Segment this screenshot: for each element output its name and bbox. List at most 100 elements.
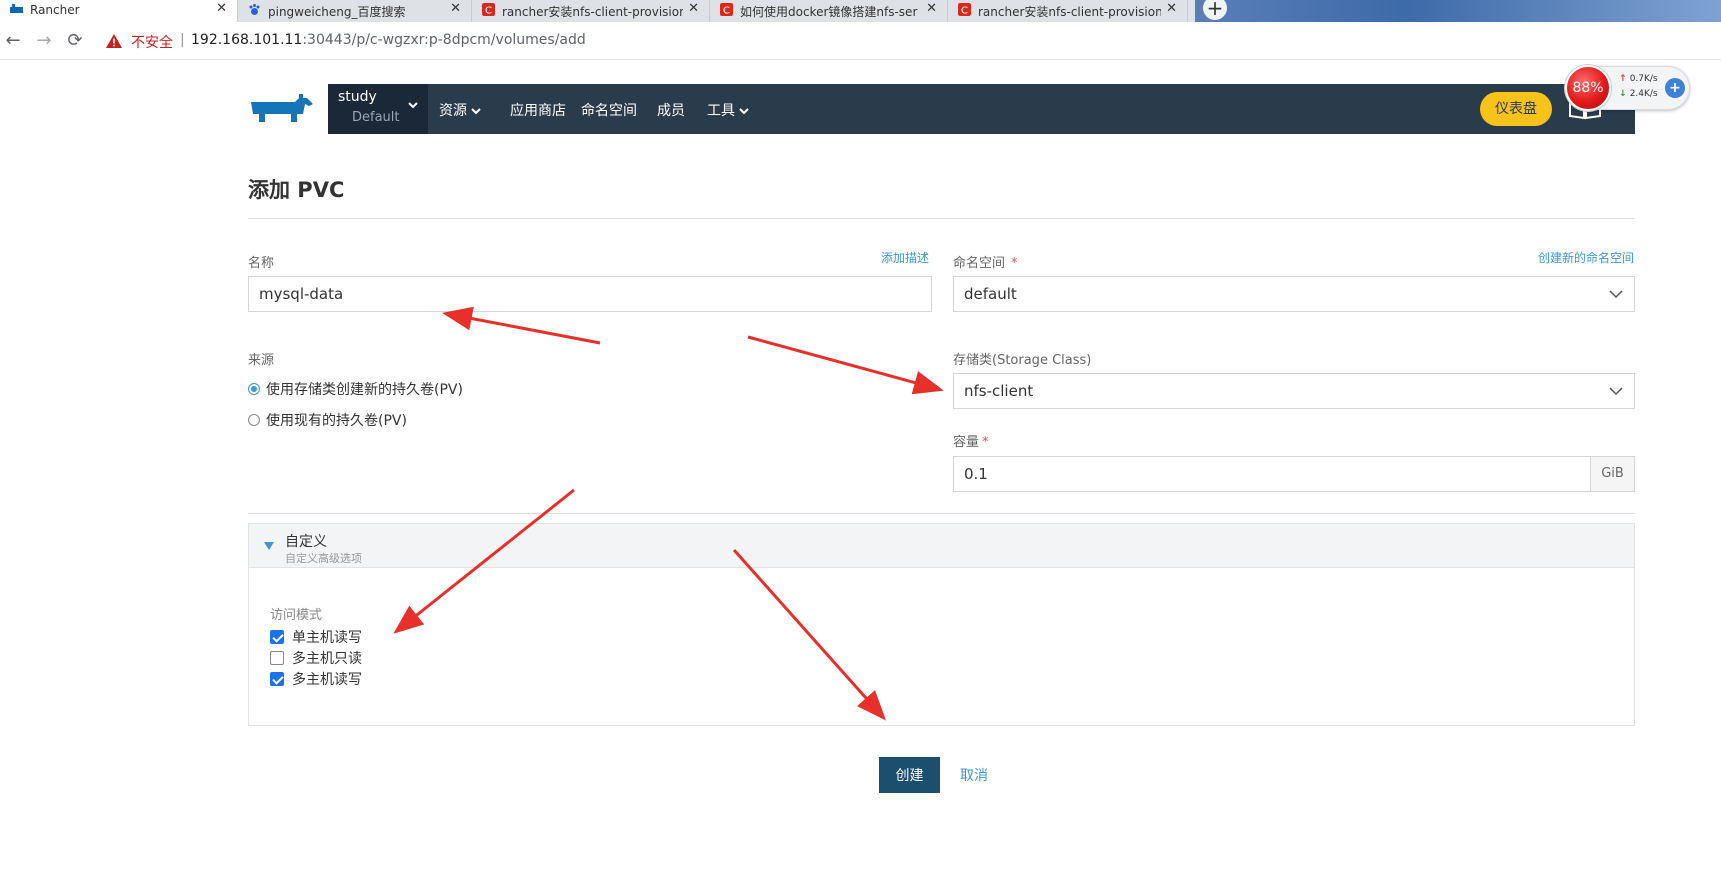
forward-button[interactable]: → xyxy=(33,30,55,52)
radio-new-pv[interactable]: 使用存储类创建新的持久卷(PV) xyxy=(248,379,463,399)
url-separator: | xyxy=(180,32,185,48)
svg-text:C: C xyxy=(723,6,730,17)
tab-csdn-1[interactable]: C rancher安装nfs-client-provision ✕ xyxy=(472,0,710,22)
required-mark: * xyxy=(1011,256,1018,271)
namespace-value: default xyxy=(964,285,1017,303)
annotation-arrow-storage xyxy=(747,335,944,395)
tab-baidu[interactable]: pingweicheng_百度搜索 ✕ xyxy=(238,0,472,22)
url-host: 192.168.101.11 xyxy=(191,32,303,48)
dashboard-button[interactable]: 仪表盘 xyxy=(1480,92,1552,126)
url-path: :30443/p/c-wgzxr:p-8dpcm/volumes/add xyxy=(302,32,586,48)
checkbox-unchecked[interactable] xyxy=(270,651,284,665)
close-icon[interactable]: ✕ xyxy=(1166,1,1177,16)
name-value: mysql-data xyxy=(259,285,344,303)
network-speed-widget[interactable]: 88% 0.7K/s 2.4K/s + xyxy=(1565,65,1690,111)
nav-catalog[interactable]: 应用商店 xyxy=(510,100,566,120)
radio-label: 使用现有的持久卷(PV) xyxy=(266,413,407,429)
checkbox-single-node-rw[interactable]: 单主机读写 xyxy=(270,627,362,647)
chevron-down-icon xyxy=(471,108,481,115)
cluster-project-switcher[interactable]: study Default xyxy=(328,84,428,134)
name-input[interactable]: mysql-data xyxy=(248,276,932,312)
name-label: 名称 xyxy=(248,256,275,271)
nav-namespaces[interactable]: 命名空间 xyxy=(581,100,637,120)
namespace-label-text: 命名空间 xyxy=(953,256,1006,271)
radio-selected-indicator[interactable] xyxy=(248,383,260,395)
storage-class-select[interactable]: nfs-client xyxy=(953,373,1635,409)
tab-rancher[interactable]: Rancher ✕ xyxy=(0,0,238,22)
rancher-icon xyxy=(10,4,23,13)
checkbox-multi-node-ro[interactable]: 多主机只读 xyxy=(270,648,362,668)
security-status[interactable]: 不安全 xyxy=(131,32,173,52)
reload-button[interactable]: ⟳ xyxy=(64,30,86,52)
checkbox-label: 单主机读写 xyxy=(292,630,362,646)
cancel-button[interactable]: 取消 xyxy=(960,765,988,785)
warning-icon xyxy=(106,34,122,48)
svg-text:C: C xyxy=(961,6,968,17)
upload-speed: 0.7K/s xyxy=(1619,74,1658,84)
capacity-input[interactable]: 0.1 xyxy=(953,456,1591,492)
tab-csdn-2[interactable]: C 如何使用docker镜像搭建nfs-ser ✕ xyxy=(710,0,948,22)
source-label: 来源 xyxy=(248,353,275,368)
chevron-down-icon xyxy=(1609,387,1623,396)
storage-class-label: 存储类(Storage Class) xyxy=(953,353,1092,368)
nav-members[interactable]: 成员 xyxy=(657,100,685,120)
tab-label: rancher安装nfs-client-provision xyxy=(502,5,683,19)
download-speed: 2.4K/s xyxy=(1619,89,1658,99)
title-divider xyxy=(248,218,1635,219)
section-divider xyxy=(248,513,1635,514)
custom-options-title: 自定义 xyxy=(285,534,327,550)
triangle-down-icon xyxy=(264,542,274,550)
svg-text:C: C xyxy=(485,6,492,17)
close-icon[interactable]: ✕ xyxy=(688,1,699,16)
tab-label: 如何使用docker镜像搭建nfs-ser xyxy=(740,5,918,19)
checkbox-label: 多主机只读 xyxy=(292,651,362,667)
tab-label: rancher安装nfs-client-provision xyxy=(978,5,1161,19)
tab-csdn-3[interactable]: C rancher安装nfs-client-provision ✕ xyxy=(948,0,1188,22)
radio-label: 使用存储类创建新的持久卷(PV) xyxy=(266,382,463,398)
cluster-name: study xyxy=(338,89,377,105)
namespace-select[interactable]: default xyxy=(953,276,1635,312)
custom-options-subtitle: 自定义高级选项 xyxy=(285,552,362,565)
capacity-label: 容量 * xyxy=(953,431,989,450)
capacity-label-text: 容量 xyxy=(953,435,980,450)
add-description-link[interactable]: 添加描述 xyxy=(881,249,929,266)
checkbox-checked[interactable] xyxy=(270,672,284,686)
radio-existing-pv[interactable]: 使用现有的持久卷(PV) xyxy=(248,410,407,430)
close-icon[interactable]: ✕ xyxy=(926,1,937,16)
checkbox-checked[interactable] xyxy=(270,630,284,644)
checkbox-multi-node-rw[interactable]: 多主机读写 xyxy=(270,669,362,689)
namespace-label: 命名空间 * xyxy=(953,252,1018,271)
browser-tab-bar: Rancher ✕ pingweicheng_百度搜索 ✕ C rancher安… xyxy=(0,0,1721,22)
radio-indicator[interactable] xyxy=(248,414,260,426)
create-button[interactable]: 创建 xyxy=(879,757,940,793)
plus-icon[interactable]: + xyxy=(1665,78,1685,98)
rancher-logo[interactable] xyxy=(247,92,317,126)
url-field[interactable]: 192.168.101.11:30443/p/c-wgzxr:p-8dpcm/v… xyxy=(191,32,586,48)
capacity-value: 0.1 xyxy=(964,465,988,483)
nav-label: 资源 xyxy=(439,103,467,119)
back-button[interactable]: ← xyxy=(2,30,24,52)
capacity-unit: GiB xyxy=(1590,456,1635,492)
memory-usage-ball[interactable]: 88% xyxy=(1565,65,1611,111)
csdn-icon: C xyxy=(958,3,971,16)
tab-label: pingweicheng_百度搜索 xyxy=(268,5,406,19)
storage-class-value: nfs-client xyxy=(964,382,1034,400)
custom-options-header[interactable]: 自定义 自定义高级选项 xyxy=(249,524,1634,568)
top-navigation: study Default 资源 应用商店 命名空间 成员 工具 仪表盘 xyxy=(328,84,1635,134)
annotation-arrows xyxy=(393,306,944,721)
close-icon[interactable]: ✕ xyxy=(216,1,227,16)
nav-tools[interactable]: 工具 xyxy=(707,100,750,120)
csdn-icon: C xyxy=(482,3,495,16)
address-bar: ← → ⟳ 不安全 | 192.168.101.11:30443/p/c-wgz… xyxy=(0,22,1721,60)
chevron-down-icon xyxy=(408,102,418,109)
nav-label: 工具 xyxy=(707,103,735,119)
required-mark: * xyxy=(982,435,989,450)
tab-label: Rancher xyxy=(30,3,80,17)
create-namespace-link[interactable]: 创建新的命名空间 xyxy=(1538,249,1634,266)
page-title: 添加 PVC xyxy=(248,178,345,202)
project-name: Default xyxy=(352,110,400,125)
chevron-down-icon xyxy=(739,108,749,115)
chevron-down-icon xyxy=(1609,290,1623,299)
close-icon[interactable]: ✕ xyxy=(450,1,461,16)
nav-resources[interactable]: 资源 xyxy=(439,100,482,120)
